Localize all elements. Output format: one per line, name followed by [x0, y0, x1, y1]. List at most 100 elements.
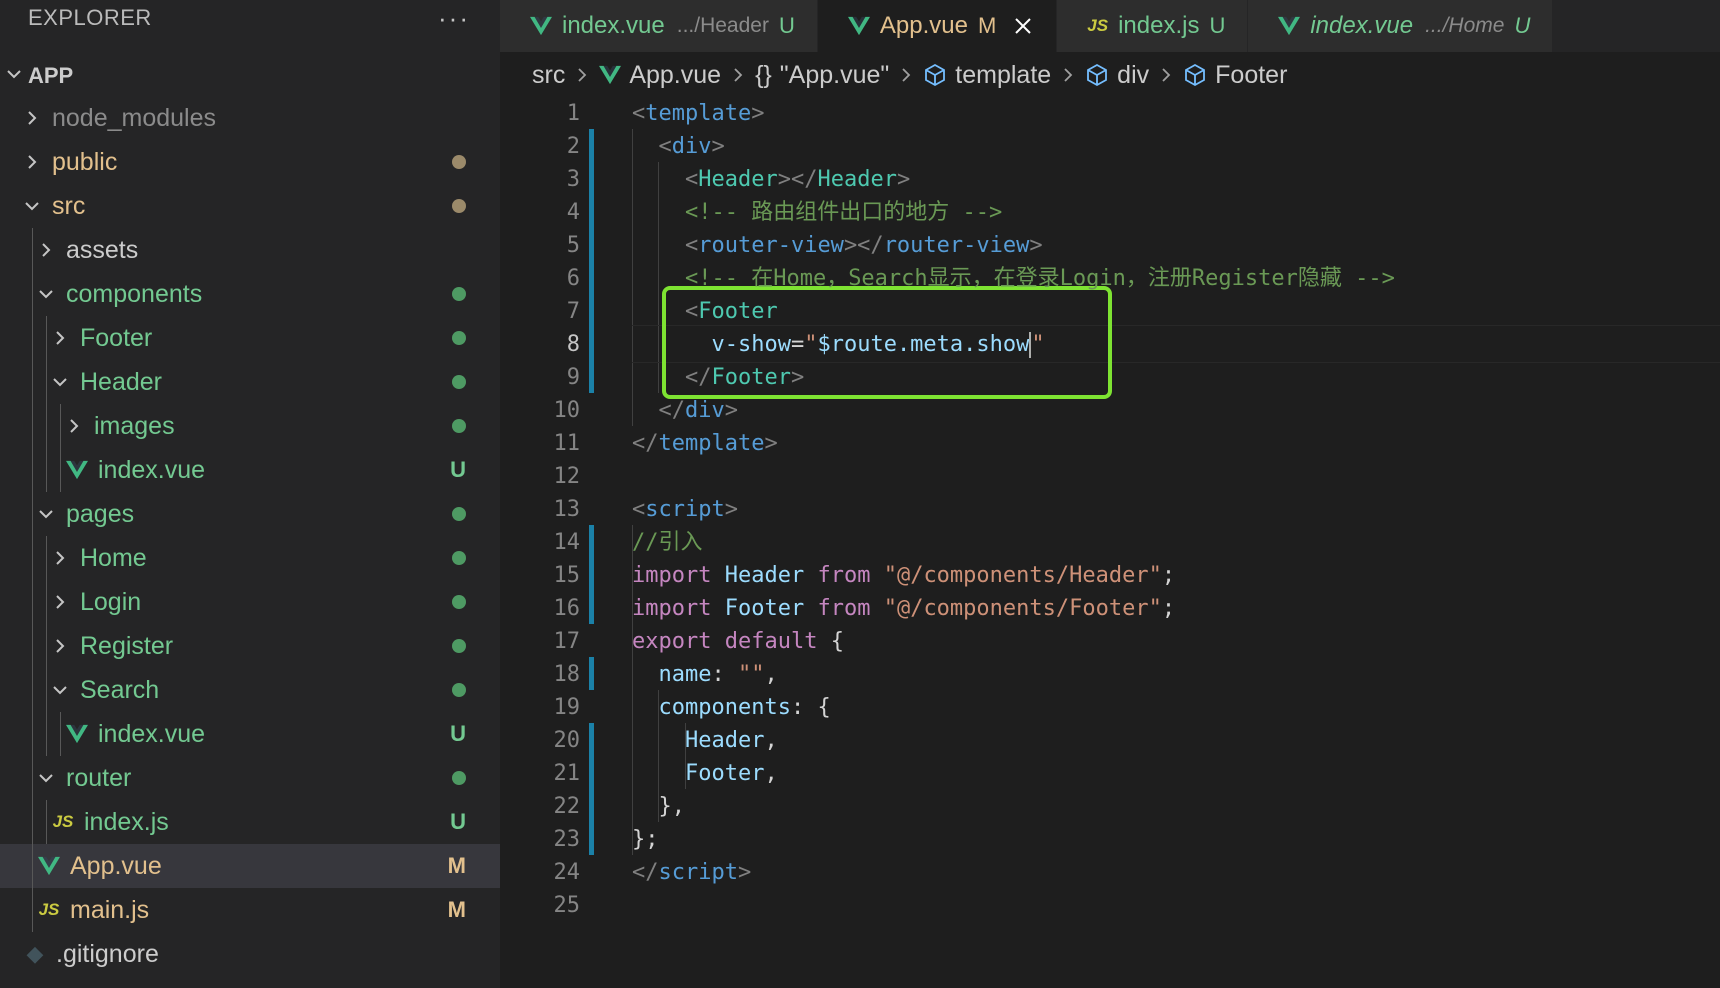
tab-label: App.vue: [879, 12, 968, 39]
line-number: 13: [553, 497, 581, 522]
chevron-down-icon: [0, 63, 28, 89]
code-text: <!-- 在Home，Search显示，在登录Login，注册Register隐…: [632, 261, 1395, 297]
line-number: 6: [566, 266, 580, 291]
tab-bar: index.vue .../Header U App.vue M JS index.js Ui…: [500, 0, 1720, 52]
tree-item-label: router: [66, 763, 132, 792]
breadcrumb-item[interactable]: App.vue: [599, 61, 721, 90]
tree-item-home[interactable]: Home: [0, 536, 500, 580]
code-token: <: [632, 497, 646, 522]
more-actions-icon[interactable]: ···: [438, 5, 470, 31]
chevron-right-icon: [50, 328, 70, 348]
code-token: <: [684, 233, 699, 258]
tab-index-vue-header[interactable]: index.vue .../Header U: [500, 0, 818, 52]
code-text: },: [632, 789, 685, 825]
code-token: import: [632, 563, 712, 588]
tab-index-vue-home[interactable]: index.vue .../Home U: [1248, 0, 1554, 52]
vue-file-icon: [530, 15, 552, 37]
tree-item-footer[interactable]: Footer: [0, 316, 500, 360]
chevron-right-icon: [64, 416, 84, 436]
breadcrumb-label: div: [1117, 60, 1150, 89]
tree-item-pages[interactable]: pages: [0, 492, 500, 536]
code-token: </: [658, 398, 686, 423]
breadcrumb-label: src: [532, 60, 566, 89]
tree-item-index-vue[interactable]: index.vue U: [0, 448, 500, 492]
code-line: 8 v-show="$route.meta.show": [500, 327, 1720, 363]
vue-file-icon: [847, 15, 870, 37]
indent-guide: [32, 844, 33, 888]
code-token: >: [896, 167, 911, 192]
code-editor[interactable]: 1 <template> 2 <div> 3 <Header></Header> 4 <…: [500, 96, 1720, 988]
vue-icon: [599, 64, 622, 86]
code-token: <: [684, 299, 699, 324]
tree-item-src[interactable]: src: [0, 184, 500, 228]
tree-item-router[interactable]: router: [0, 756, 500, 800]
breadcrumb-item[interactable]: Footer: [1183, 61, 1287, 90]
tree-item-public[interactable]: public: [0, 140, 500, 184]
tree-item-register[interactable]: Register: [0, 624, 500, 668]
breadcrumb-item[interactable]: src: [532, 61, 565, 90]
modified-dot-badge: [452, 360, 466, 404]
tree-item-header[interactable]: Header: [0, 360, 500, 404]
indent-guide: [46, 580, 47, 624]
code-line: 14 //引入: [500, 525, 1720, 561]
tree-item-index-vue[interactable]: index.vue U: [0, 712, 500, 756]
cube-icon: [923, 63, 947, 87]
code-token: Header: [724, 563, 805, 588]
code-token: ": [804, 332, 818, 357]
tab-git-status: U: [778, 13, 795, 38]
chevron-right-icon: [899, 66, 913, 84]
chevron-right-icon: [50, 592, 70, 612]
indent-guide: [32, 888, 33, 932]
code-token: "@/components/Footer": [883, 596, 1162, 621]
code-text: <script>: [632, 492, 738, 528]
code-token: router-view: [698, 233, 844, 258]
tree-item-login[interactable]: Login: [0, 580, 500, 624]
code-text: };: [632, 822, 659, 858]
tree-item-images[interactable]: images: [0, 404, 500, 448]
line-number: 10: [553, 398, 581, 423]
tree-item-components[interactable]: components: [0, 272, 500, 316]
code-token: =: [790, 332, 805, 357]
tree-item-assets[interactable]: assets: [0, 228, 500, 272]
tree-item-app-vue[interactable]: App.vue M: [0, 844, 500, 888]
workspace-root[interactable]: APP: [0, 56, 500, 96]
code-token: <: [658, 134, 672, 159]
close-icon[interactable]: [1012, 15, 1034, 37]
modified-dot-badge: [452, 756, 466, 800]
tree-item-index-js[interactable]: JS index.js U: [0, 800, 500, 844]
code-token: "": [737, 662, 765, 687]
tree-item-main-js[interactable]: JS main.js M: [0, 888, 500, 932]
indent-guide: [46, 800, 47, 844]
tree-item-label: Search: [80, 675, 160, 704]
tab-label: index.vue: [1310, 12, 1414, 39]
vue-file-icon: [64, 723, 90, 745]
code-token: >: [1029, 233, 1043, 258]
tree-item-search[interactable]: Search: [0, 668, 500, 712]
tree-item-label: assets: [66, 235, 139, 264]
code-text: </Footer>: [632, 360, 804, 396]
tab-git-status: U: [1514, 13, 1531, 38]
code-token: ></: [777, 167, 818, 192]
code-line: 13 <script>: [500, 492, 1720, 528]
code-line: 6 <!-- 在Home，Search显示，在登录Login，注册Registe…: [500, 261, 1720, 297]
git-status-badge: U: [450, 721, 466, 746]
breadcrumb-item[interactable]: {} "App.vue": [755, 61, 889, 90]
code-token: >: [724, 497, 738, 522]
code-token: },: [632, 794, 685, 819]
tree-item-node-modules[interactable]: node_modules: [0, 96, 500, 140]
breadcrumb-item[interactable]: div: [1085, 61, 1149, 90]
code-line: 18 name: "",: [500, 657, 1720, 693]
indent-guide: [32, 228, 33, 272]
code-token: $route.meta.show: [817, 332, 1030, 357]
tab-App-vue[interactable]: App.vue M: [817, 0, 1058, 52]
tab-index-js[interactable]: JS index.js U: [1057, 0, 1249, 52]
breadcrumb-item[interactable]: template: [923, 61, 1051, 90]
line-number: 15: [553, 563, 581, 588]
tree-item-gitignore[interactable]: ◆ .gitignore: [0, 932, 500, 976]
code-token: };: [632, 827, 659, 852]
indent-guide: [46, 360, 47, 404]
